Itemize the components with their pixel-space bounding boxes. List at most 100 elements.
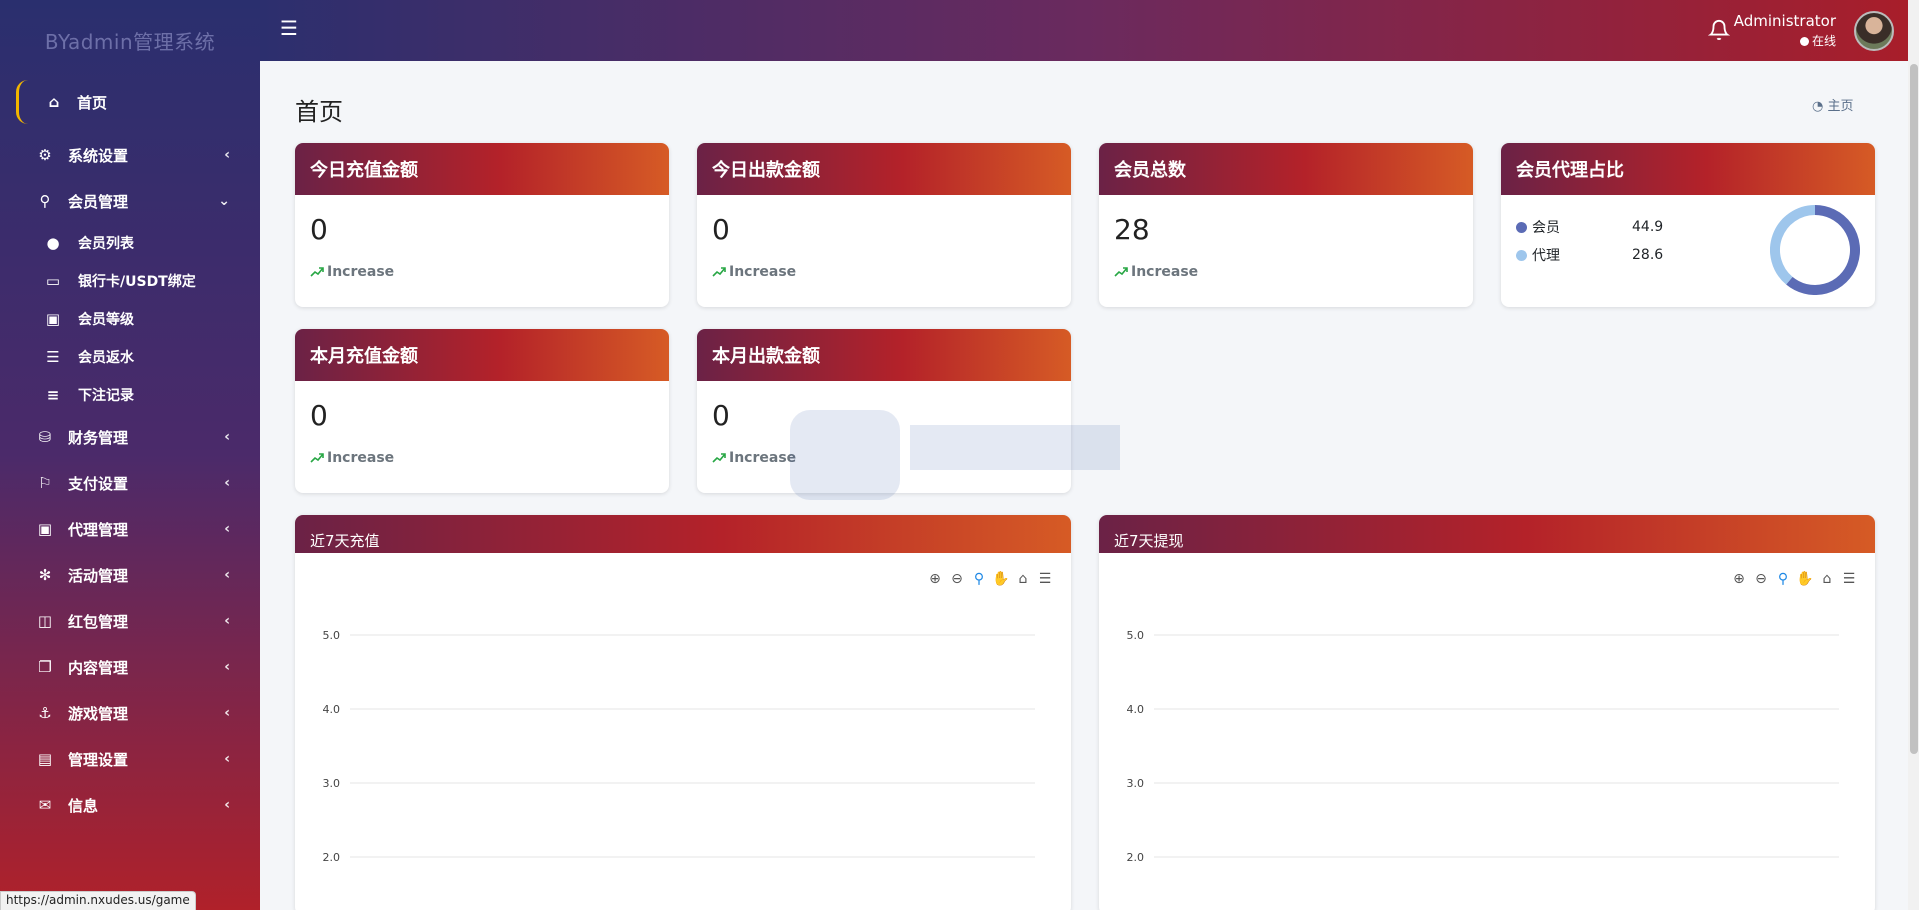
line-chart-7day-withdrawal: 5.04.03.02.01.0: [1127, 629, 1839, 864]
address-book-icon: ▣: [45, 310, 61, 328]
breadcrumb[interactable]: ◔ 主页: [1812, 95, 1854, 114]
chevron-left-icon: ‹: [224, 429, 230, 445]
user-icon: ⚲: [39, 192, 51, 210]
sidebar-item-member-management[interactable]: ⚲ 会员管理 ⌄: [0, 178, 260, 224]
y-tick-label: 3.0: [323, 777, 341, 790]
card-value: 0: [310, 213, 328, 246]
y-tick-label: 2.0: [323, 851, 341, 864]
scrollbar-thumb[interactable]: [1910, 64, 1918, 754]
id-card-icon: ▤: [37, 750, 53, 768]
trend-up-icon: [1114, 267, 1128, 277]
sidebar-item-game[interactable]: ⚓ 游戏管理 ‹: [0, 690, 260, 736]
sidebar-item-label: 会员管理: [68, 192, 129, 211]
user-solid-icon: ●: [46, 234, 60, 252]
card-title: 近7天充值: [295, 515, 1071, 553]
sidebar-item-bank-card-binding[interactable]: ▭ 银行卡/USDT绑定: [0, 262, 260, 300]
credit-card-icon: ▭: [45, 272, 61, 290]
trend-label: Increase: [729, 450, 797, 466]
card-value: 0: [712, 213, 730, 246]
bookmark-icon: ⚐: [38, 474, 52, 492]
contact-icon: ▣: [37, 520, 53, 538]
stat-card-month-deposit: 本月充值金额 0 Increase: [295, 329, 669, 493]
card-trend: Increase: [1099, 246, 1473, 280]
y-tick-label: 3.0: [1127, 777, 1145, 790]
sidebar-item-red-packet[interactable]: ◫ 红包管理 ‹: [0, 598, 260, 644]
comments-icon: ✉: [38, 796, 52, 814]
card-title: 近7天提现: [1099, 515, 1875, 553]
sidebar: BYadmin管理系统 ⌂ 首页 ⚙ 系统设置 ‹ ⚲ 会员管理 ⌄ ● 会员列…: [0, 0, 260, 910]
sidebar-menu: ⌂ 首页 ⚙ 系统设置 ‹ ⚲ 会员管理 ⌄ ● 会员列表 ▭ 银行卡/USDT…: [0, 80, 260, 828]
sidebar-item-messages[interactable]: ✉ 信息 ‹: [0, 782, 260, 828]
legend-item-agent[interactable]: 代理 28.6: [1516, 241, 1663, 269]
bell-icon[interactable]: [1708, 18, 1730, 42]
home-icon: ⌂: [48, 93, 60, 111]
sidebar-item-agent[interactable]: ▣ 代理管理 ‹: [0, 506, 260, 552]
line-chart-7day-deposit: 5.04.03.02.01.0: [323, 629, 1035, 864]
trend-up-icon: [712, 267, 726, 277]
sidebar-item-label: 银行卡/USDT绑定: [78, 274, 196, 290]
sidebar-item-label: 系统设置: [68, 146, 129, 165]
sidebar-item-label: 会员返水: [78, 350, 134, 366]
user-info[interactable]: Administrator 在线: [1734, 12, 1836, 49]
chart-card-7day-withdrawal: 近7天提现 ⊕ ⊖ ⚲ ✋ ⌂ ☰ 5.04.03.02.01.0: [1099, 515, 1875, 910]
sidebar-item-label: 首页: [77, 93, 108, 112]
brand-logo[interactable]: BYadmin管理系统: [0, 0, 260, 80]
sidebar-item-admin-settings[interactable]: ▤ 管理设置 ‹: [0, 736, 260, 782]
sidebar-item-member-level[interactable]: ▣ 会员等级: [0, 300, 260, 338]
sidebar-item-label: 管理设置: [68, 750, 129, 769]
card-trend: Increase: [697, 432, 1071, 466]
sidebar-item-label: 会员列表: [78, 236, 134, 252]
card-title: 本月出款金额: [697, 329, 1071, 381]
donut-slice-会员[interactable]: [1786, 205, 1860, 295]
stream-icon: ≡: [46, 386, 60, 404]
chevron-left-icon: ‹: [224, 147, 230, 163]
stat-card-today-deposit: 今日充值金额 0 Increase: [295, 143, 669, 307]
chart-card-7day-deposit: 近7天充值 ⊕ ⊖ ⚲ ✋ ⌂ ☰ 5.04.03.02.01.0: [295, 515, 1071, 910]
legend-value: 44.9: [1632, 219, 1664, 235]
sidebar-item-finance[interactable]: ⛁ 财务管理 ‹: [0, 414, 260, 460]
sidebar-item-member-list[interactable]: ● 会员列表: [0, 224, 260, 262]
card-title: 今日充值金额: [295, 143, 669, 195]
sidebar-item-activity[interactable]: ✻ 活动管理 ‹: [0, 552, 260, 598]
card-value: 0: [310, 399, 328, 432]
sidebar-item-bet-records[interactable]: ≡ 下注记录: [0, 376, 260, 414]
clone-icon: ◫: [37, 612, 53, 630]
status-bar-url: https://admin.nxudes.us/game: [0, 891, 196, 910]
sidebar-item-member-rebate[interactable]: ☰ 会员返水: [0, 338, 260, 376]
chevron-left-icon: ‹: [224, 659, 230, 675]
card-value: 0: [712, 399, 730, 432]
card-trend: Increase: [295, 432, 669, 466]
status-dot: [1799, 37, 1809, 46]
trend-label: Increase: [327, 450, 395, 466]
sidebar-item-home[interactable]: ⌂ 首页: [16, 80, 260, 124]
legend-label: 会员: [1532, 220, 1560, 236]
chevron-down-icon: ⌄: [218, 193, 230, 209]
list-icon: ☰: [46, 348, 60, 366]
trend-label: Increase: [729, 264, 797, 280]
y-tick-label: 5.0: [323, 629, 341, 642]
stat-card-month-withdrawal: 本月出款金额 0 Increase: [697, 329, 1071, 493]
avatar[interactable]: [1854, 11, 1894, 51]
username: Administrator: [1733, 12, 1836, 30]
hamburger-menu-icon[interactable]: ☰: [280, 16, 298, 40]
sidebar-item-label: 支付设置: [68, 474, 129, 493]
card-trend: Increase: [295, 246, 669, 280]
y-tick-label: 4.0: [323, 703, 341, 716]
sidebar-item-label: 活动管理: [68, 566, 129, 585]
y-tick-label: 5.0: [1127, 629, 1145, 642]
legend-item-member[interactable]: 会员 44.9: [1516, 213, 1663, 241]
fan-icon: ✻: [38, 566, 52, 584]
cogs-icon: ⚙: [38, 146, 52, 164]
y-tick-label: 4.0: [1127, 703, 1145, 716]
sidebar-item-content[interactable]: ❐ 内容管理 ‹: [0, 644, 260, 690]
ratio-card: 会员代理占比 会员 44.9 代理 28.6: [1501, 143, 1875, 307]
sidebar-item-label: 下注记录: [78, 388, 134, 404]
stat-card-member-total: 会员总数 28 Increase: [1099, 143, 1473, 307]
sidebar-item-label: 内容管理: [68, 658, 129, 677]
chevron-left-icon: ‹: [224, 521, 230, 537]
donut-slice-代理[interactable]: [1770, 205, 1816, 285]
sidebar-item-system-settings[interactable]: ⚙ 系统设置 ‹: [0, 132, 260, 178]
ratio-legend: 会员 44.9 代理 28.6: [1516, 213, 1663, 269]
sidebar-item-payment[interactable]: ⚐ 支付设置 ‹: [0, 460, 260, 506]
page-title: 首页: [295, 98, 343, 126]
